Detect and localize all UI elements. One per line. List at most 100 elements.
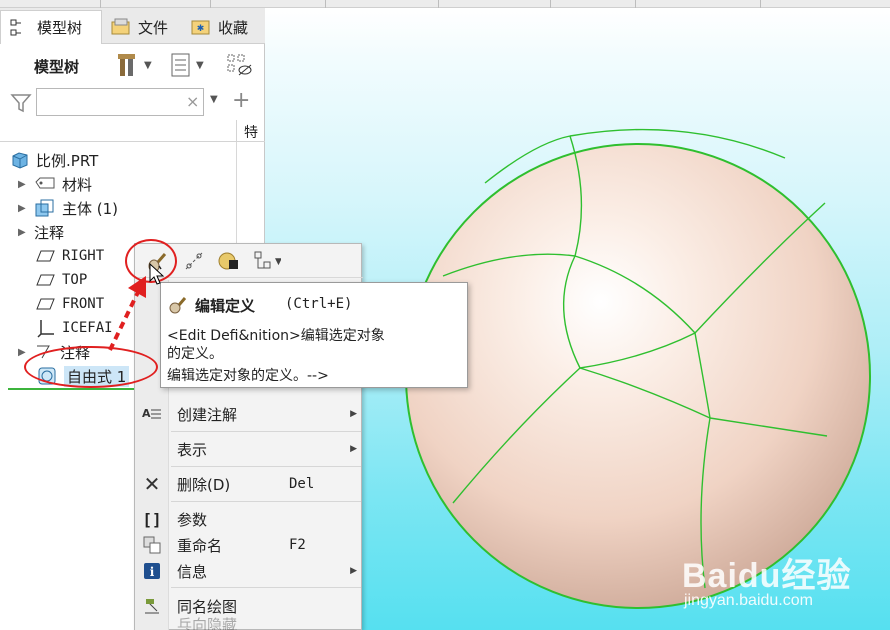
tree-item-label: 材料 bbox=[62, 175, 93, 194]
tree-item-material[interactable]: ▶ 材料 bbox=[18, 172, 92, 196]
submenu-arrow-icon: ▶ bbox=[350, 566, 357, 576]
tree-item-front-plane[interactable]: FRONT bbox=[36, 292, 104, 316]
submenu-arrow-icon: ▶ bbox=[350, 444, 357, 454]
display-settings-dropdown[interactable]: ▼ bbox=[170, 52, 204, 78]
tree-item-right-plane[interactable]: RIGHT bbox=[36, 244, 104, 268]
part-icon bbox=[12, 152, 28, 169]
tree-item-part[interactable]: 比例.PRT bbox=[10, 148, 98, 172]
menu-item-label: 重命名 bbox=[177, 536, 223, 555]
tab-label: 文件 bbox=[138, 18, 169, 37]
tab-model-tree[interactable]: 模型树 bbox=[0, 10, 102, 44]
svg-text:✱: ✱ bbox=[197, 24, 205, 34]
hidden-items-icon bbox=[227, 54, 252, 76]
rename-icon bbox=[141, 534, 163, 556]
parameters-icon: [] bbox=[142, 509, 162, 529]
favorites-icon: ✱ bbox=[191, 20, 210, 35]
chevron-down-icon: ▼ bbox=[196, 59, 204, 71]
tree-item-bodies[interactable]: ▶ 主体 (1) bbox=[18, 196, 118, 220]
menu-item-shortcut: Del bbox=[289, 476, 315, 492]
tree-icon bbox=[10, 19, 21, 35]
svg-text:▼: ▼ bbox=[275, 257, 281, 267]
submenu-arrow-icon: ▶ bbox=[350, 409, 357, 419]
datum-plane-icon bbox=[36, 250, 55, 262]
model-tree-title: 模型树 bbox=[34, 58, 80, 76]
chevron-down-icon: ▼ bbox=[144, 59, 152, 71]
expand-arrow-icon[interactable]: ▶ bbox=[18, 179, 28, 190]
tab-favorites[interactable]: ✱ 收藏 bbox=[182, 10, 265, 44]
info-icon: i bbox=[141, 560, 163, 582]
menu-item-label: 删除(D) bbox=[177, 475, 231, 494]
add-icon[interactable]: + bbox=[232, 88, 250, 113]
menu-item-parameters[interactable]: [] 参数 bbox=[135, 506, 363, 532]
tree-item-label: RIGHT bbox=[62, 248, 105, 264]
annotation-create-icon: A bbox=[141, 403, 163, 425]
tooltip-title: 编辑定义 bbox=[195, 297, 256, 315]
tree-item-label: 主体 (1) bbox=[62, 199, 119, 218]
material-icon bbox=[35, 177, 55, 189]
select-tool-icon[interactable]: ▼ bbox=[253, 250, 281, 272]
chevron-down-icon[interactable]: ▼ bbox=[210, 94, 218, 105]
tools-dropdown[interactable]: ▼ bbox=[116, 52, 152, 78]
tree-item-label: FRONT bbox=[62, 296, 105, 312]
sphere-body[interactable] bbox=[405, 143, 871, 609]
svg-text:i: i bbox=[150, 565, 155, 579]
tree-filter-row: × ▼ + bbox=[0, 86, 265, 120]
menu-item-info[interactable]: i 信息 ▶ bbox=[135, 558, 363, 584]
body-icon bbox=[35, 199, 54, 217]
menu-item-label: 创建注解 bbox=[177, 405, 238, 424]
tooltip-description: 编辑选定对象的定义。--> bbox=[167, 368, 329, 384]
show-hidden-button[interactable] bbox=[226, 52, 254, 78]
dimensions-icon[interactable] bbox=[183, 250, 205, 272]
watermark-url: jingyan.baidu.com bbox=[684, 592, 813, 609]
menu-item-label: 乓向隐藏 bbox=[177, 617, 238, 630]
menu-item-label: 表示 bbox=[177, 440, 208, 459]
tooltip-description: 的定义。 bbox=[167, 346, 223, 362]
datum-plane-icon bbox=[36, 298, 55, 310]
tab-label: 模型树 bbox=[37, 19, 83, 37]
search-input[interactable] bbox=[36, 88, 204, 116]
filter-icon[interactable] bbox=[10, 92, 32, 114]
edit-definition-tooltip: 编辑定义 (Ctrl+E) <Edit Defi&nition>编辑选定对象 的… bbox=[160, 282, 468, 388]
menu-item-rename[interactable]: 重命名 F2 bbox=[135, 532, 363, 558]
expand-arrow-icon[interactable]: ▶ bbox=[18, 227, 28, 238]
tab-label: 收藏 bbox=[218, 18, 249, 37]
mouse-cursor-icon bbox=[149, 262, 165, 285]
menu-item-hide[interactable]: 乓向隐藏 bbox=[135, 617, 363, 630]
model-tree-toolbar: 模型树 ▼ ▼ bbox=[0, 48, 265, 84]
edit-definition-icon bbox=[169, 297, 187, 314]
tree-item-top-plane[interactable]: TOP bbox=[36, 268, 87, 292]
tree-item-annotations[interactable]: ▶ 注释 bbox=[18, 220, 64, 244]
menu-item-label: 参数 bbox=[177, 510, 208, 529]
delete-icon: ✕ bbox=[143, 472, 161, 496]
tree-end-marker bbox=[8, 388, 134, 390]
document-list-icon bbox=[171, 53, 190, 77]
tree-item-label: 比例.PRT bbox=[36, 151, 99, 170]
column-header-label[interactable]: 特 bbox=[244, 122, 258, 142]
menu-item-label: 同名绘图 bbox=[177, 597, 238, 616]
expand-arrow-icon[interactable]: ▶ bbox=[18, 203, 28, 214]
top-window-strip bbox=[0, 0, 890, 8]
tooltip-description: <Edit Defi&nition>编辑选定对象 bbox=[167, 328, 385, 344]
csys-icon bbox=[37, 320, 54, 338]
expand-arrow-icon[interactable]: ▶ bbox=[18, 347, 28, 358]
menu-item-shortcut: F2 bbox=[289, 537, 306, 553]
watermark-logo: Baidu经验 bbox=[682, 557, 852, 595]
tree-item-label: TOP bbox=[62, 272, 88, 288]
tree-column-header: 特 bbox=[0, 120, 265, 142]
menu-item-same-name-drawing[interactable]: 同名绘图 bbox=[135, 593, 363, 619]
navigator-tabs: 模型树 文件 ✱ 收藏 bbox=[0, 8, 265, 44]
appearance-icon[interactable] bbox=[217, 250, 241, 272]
datum-plane-icon bbox=[36, 274, 55, 286]
clear-icon[interactable]: × bbox=[186, 92, 199, 111]
tab-files[interactable]: 文件 bbox=[102, 10, 182, 44]
tools-icon bbox=[118, 54, 135, 76]
menu-item-delete[interactable]: ✕ 删除(D) Del bbox=[135, 471, 363, 497]
svg-text:A: A bbox=[142, 407, 151, 420]
menu-item-label: 信息 bbox=[177, 562, 208, 581]
drawing-icon bbox=[141, 595, 163, 617]
tooltip-shortcut: (Ctrl+E) bbox=[285, 296, 353, 312]
tree-item-label: 注释 bbox=[34, 223, 65, 242]
menu-item-create-annotation[interactable]: A 创建注解 ▶ bbox=[135, 401, 363, 427]
menu-item-represent[interactable]: 表示 ▶ bbox=[135, 436, 363, 462]
folder-icon bbox=[111, 18, 130, 35]
